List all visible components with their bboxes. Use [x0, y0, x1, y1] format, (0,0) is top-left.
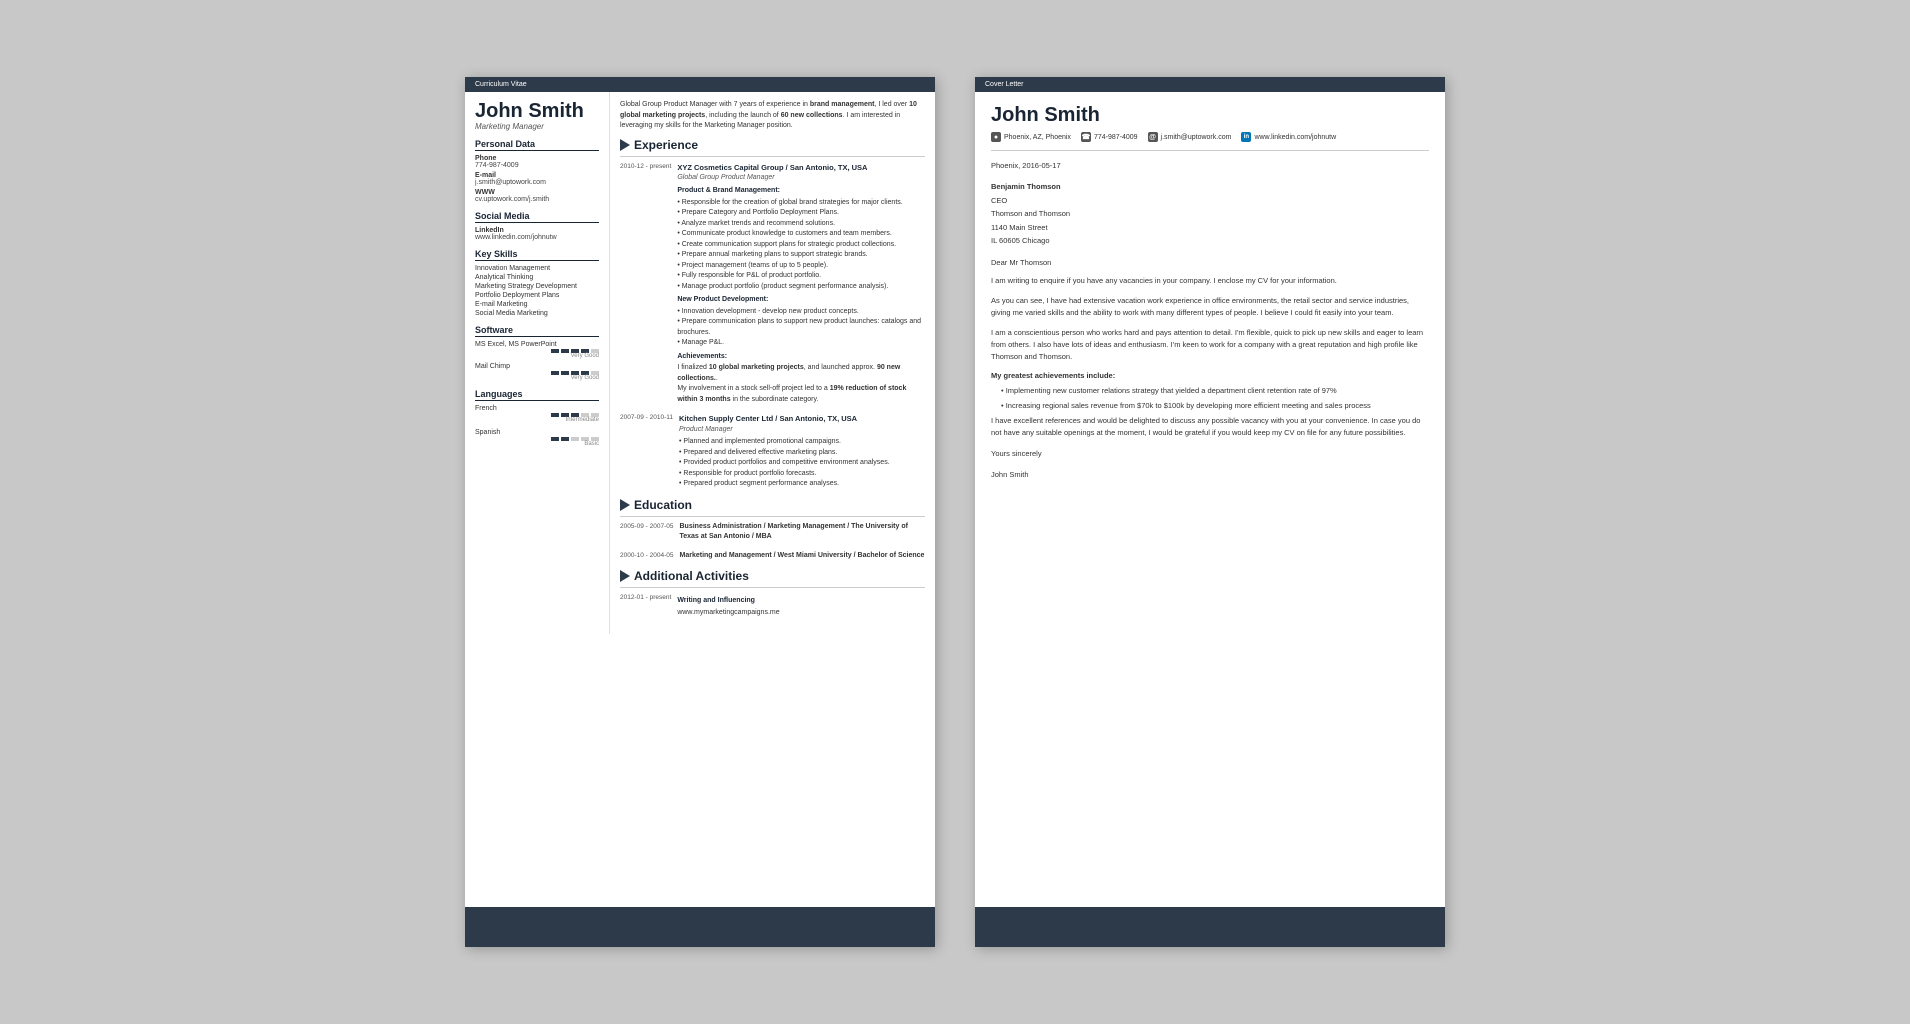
skills-list: Innovation Management Analytical Thinking… — [475, 265, 599, 317]
activities-arrow-icon — [620, 570, 630, 582]
cv-header-label: Curriculum Vitae — [475, 81, 527, 88]
activity-entry: 2012-01 - presentWriting and Influencing… — [620, 593, 925, 618]
cl-header-label: Cover Letter — [985, 81, 1024, 88]
cl-achievements: • Implementing new customer relations st… — [991, 385, 1429, 412]
cl-paragraph: As you can see, I have had extensive vac… — [991, 295, 1429, 319]
education-title: Education — [634, 498, 692, 512]
experience-list: 2010-12 - presentXYZ Cosmetics Capital G… — [620, 162, 925, 490]
email-label: E-mail — [475, 172, 599, 179]
language-item: Spanish Basic — [475, 429, 599, 447]
education-entry: 2000-10 - 2004-05Marketing and Managemen… — [620, 551, 925, 562]
languages-title: Languages — [475, 389, 599, 401]
activities-section-header: Additional Activities — [620, 569, 925, 583]
www-value: cv.uptowork.com/j.smith — [475, 196, 599, 203]
cv-title: Marketing Manager — [475, 122, 599, 131]
linkedin-label: LinkedIn — [475, 227, 599, 234]
skill-item: Marketing Strategy Development — [475, 283, 599, 290]
cl-email: @ j.smith@uptowork.com — [1148, 132, 1232, 142]
skill-item: Innovation Management — [475, 265, 599, 272]
experience-entry: 2007-09 - 2010-11Kitchen Supply Center L… — [620, 413, 925, 489]
key-skills-title: Key Skills — [475, 249, 599, 261]
cl-achievements-title: My greatest achievements include: — [991, 371, 1429, 380]
education-divider — [620, 516, 925, 517]
phone-label: Phone — [475, 155, 599, 162]
cl-paragraph: I am a conscientious person who works ha… — [991, 327, 1429, 363]
cl-valediction: Yours sincerely — [991, 447, 1429, 461]
phone-value: 774-987-4009 — [475, 162, 599, 169]
linkedin-icon: in — [1241, 132, 1251, 142]
software-item: MS Excel, MS PowerPoint Very Good — [475, 341, 599, 359]
education-list: 2005-09 - 2007-05Business Administration… — [620, 522, 925, 562]
software-item: Mail Chimp Very Good — [475, 363, 599, 381]
experience-section-header: Experience — [620, 138, 925, 152]
language-item: French Intermediate — [475, 405, 599, 423]
cl-salutation: Dear Mr Thomson — [991, 258, 1429, 267]
skill-item: E-mail Marketing — [475, 301, 599, 308]
activities-divider — [620, 587, 925, 588]
languages-list: French Intermediate Spanish Basic — [475, 405, 599, 447]
cl-recipient: Benjamin ThomsonCEOThomson and Thomson11… — [991, 180, 1429, 248]
software-title: Software — [475, 325, 599, 337]
activities-title: Additional Activities — [634, 569, 749, 583]
cl-document: Cover Letter John Smith ● Phoenix, AZ, P… — [975, 77, 1445, 947]
cl-closing: Yours sincerely John Smith — [991, 447, 1429, 482]
cl-phone: ☎ 774-987-4009 — [1081, 132, 1138, 142]
education-entry: 2005-09 - 2007-05Business Administration… — [620, 522, 925, 543]
cv-main: Global Group Product Manager with 7 year… — [610, 92, 935, 634]
cl-closing-paragraph: I have excellent references and would be… — [991, 415, 1429, 439]
phone-icon: ☎ — [1081, 132, 1091, 142]
cl-location-text: Phoenix, AZ, Phoenix — [1004, 134, 1071, 141]
location-icon: ● — [991, 132, 1001, 142]
personal-data-title: Personal Data — [475, 139, 599, 151]
cl-header-bar: Cover Letter — [975, 77, 1445, 92]
cl-linkedin: in www.linkedin.com/johnutw — [1241, 132, 1336, 142]
skill-item: Social Media Marketing — [475, 310, 599, 317]
cv-footer — [465, 907, 935, 947]
cl-body: John Smith ● Phoenix, AZ, Phoenix ☎ 774-… — [975, 92, 1445, 494]
social-media-title: Social Media — [475, 211, 599, 223]
cl-name: John Smith — [991, 104, 1429, 127]
cv-document: Curriculum Vitae John Smith Marketing Ma… — [465, 77, 935, 947]
cv-summary: Global Group Product Manager with 7 year… — [620, 100, 925, 132]
email-value: j.smith@uptowork.com — [475, 179, 599, 186]
cl-achievement-item: • Implementing new customer relations st… — [991, 385, 1429, 397]
www-label: WWW — [475, 189, 599, 196]
skill-item: Analytical Thinking — [475, 274, 599, 281]
activities-list: 2012-01 - presentWriting and Influencing… — [620, 593, 925, 618]
cl-achievement-item: • Increasing regional sales revenue from… — [991, 400, 1429, 412]
cv-header-bar: Curriculum Vitae — [465, 77, 935, 92]
cl-location: ● Phoenix, AZ, Phoenix — [991, 132, 1071, 142]
cl-linkedin-text: www.linkedin.com/johnutw — [1254, 134, 1336, 141]
cl-email-text: j.smith@uptowork.com — [1161, 134, 1232, 141]
cv-name: John Smith — [475, 100, 599, 122]
experience-divider — [620, 156, 925, 157]
experience-arrow-icon — [620, 139, 630, 151]
experience-entry: 2010-12 - presentXYZ Cosmetics Capital G… — [620, 162, 925, 406]
experience-title: Experience — [634, 138, 698, 152]
cl-sign-name: John Smith — [991, 468, 1429, 482]
education-arrow-icon — [620, 499, 630, 511]
cl-footer — [975, 907, 1445, 947]
cl-phone-text: 774-987-4009 — [1094, 134, 1138, 141]
email-icon: @ — [1148, 132, 1158, 142]
cl-date: Phoenix, 2016-05-17 — [991, 161, 1429, 170]
education-section-header: Education — [620, 498, 925, 512]
cv-sidebar: John Smith Marketing Manager Personal Da… — [465, 92, 610, 634]
linkedin-value: www.linkedin.com/johnutw — [475, 234, 599, 241]
skill-item: Portfolio Deployment Plans — [475, 292, 599, 299]
cl-contact-row: ● Phoenix, AZ, Phoenix ☎ 774-987-4009 @ … — [991, 132, 1429, 151]
cl-paragraphs: I am writing to enquire if you have any … — [991, 275, 1429, 363]
cl-paragraph: I am writing to enquire if you have any … — [991, 275, 1429, 287]
software-list: MS Excel, MS PowerPoint Very Good Mail Ch… — [475, 341, 599, 381]
